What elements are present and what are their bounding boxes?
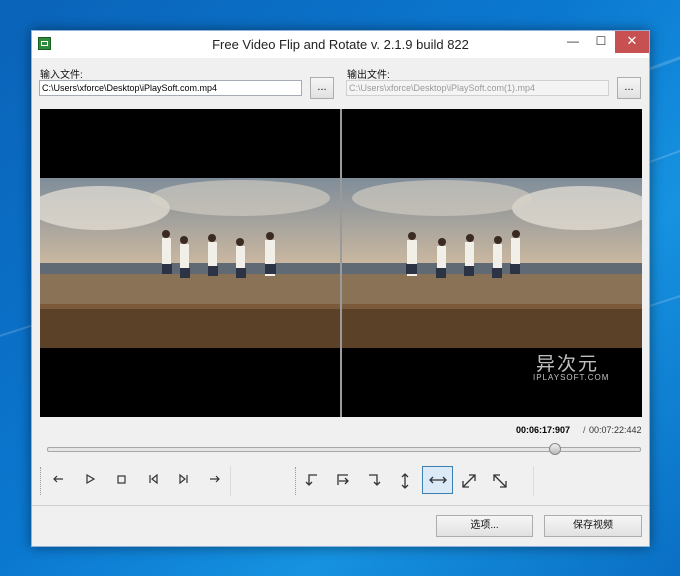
seek-bar[interactable] <box>47 443 641 455</box>
transverse-icon[interactable] <box>486 466 514 494</box>
toolbar-divider <box>230 466 231 496</box>
prev-frame-icon[interactable] <box>44 466 72 494</box>
video-frame-original <box>40 178 341 348</box>
input-file-label: 输入文件: <box>40 70 83 81</box>
input-file-field[interactable]: C:\Users\xforce\Desktop\iPlaySoft.com.mp… <box>39 80 302 96</box>
app-window: Free Video Flip and Rotate v. 2.1.9 buil… <box>31 30 650 547</box>
transpose-icon[interactable] <box>455 466 483 494</box>
stop-icon[interactable] <box>107 466 135 494</box>
footer-separator <box>32 505 649 506</box>
title-bar[interactable]: Free Video Flip and Rotate v. 2.1.9 buil… <box>32 31 649 58</box>
watermark-title: 异次元 <box>536 354 600 375</box>
rotate-right-icon[interactable] <box>329 466 357 494</box>
rotate-down-icon[interactable] <box>360 466 388 494</box>
current-time: 00:06:17:907 <box>516 425 571 435</box>
output-file-label: 输出文件: <box>347 70 390 81</box>
close-button[interactable]: ✕ <box>615 31 649 53</box>
skip-start-icon[interactable] <box>139 466 167 494</box>
total-time: 00:07:22:442 <box>589 425 642 435</box>
maximize-button[interactable]: ☐ <box>586 31 616 53</box>
toolbar-divider <box>533 466 534 496</box>
flip-vertical-icon[interactable] <box>391 466 419 494</box>
next-frame-icon[interactable] <box>201 466 229 494</box>
flip-horizontal-icon[interactable] <box>422 466 453 494</box>
input-browse-button[interactable]: ... <box>310 77 334 99</box>
time-separator: / <box>583 425 586 435</box>
video-frame-flipped <box>341 178 642 348</box>
seek-thumb[interactable] <box>548 443 561 455</box>
options-button[interactable]: 选项... <box>436 515 533 537</box>
minimize-button[interactable]: — <box>558 31 588 53</box>
watermark-subtitle: IPLAYSOFT.COM <box>533 373 610 382</box>
rotate-left-icon[interactable] <box>298 466 326 494</box>
video-preview: 异次元 IPLAYSOFT.COM <box>40 109 642 417</box>
play-icon[interactable] <box>76 466 104 494</box>
save-video-button[interactable]: 保存视频 <box>544 515 642 537</box>
output-browse-button[interactable]: ... <box>617 77 641 99</box>
window-title: Free Video Flip and Rotate v. 2.1.9 buil… <box>212 37 469 52</box>
original-preview <box>40 109 341 417</box>
output-file-field[interactable]: C:\Users\xforce\Desktop\iPlaySoft.com(1)… <box>346 80 609 96</box>
skip-end-icon[interactable] <box>170 466 198 494</box>
preview-divider <box>340 109 342 417</box>
